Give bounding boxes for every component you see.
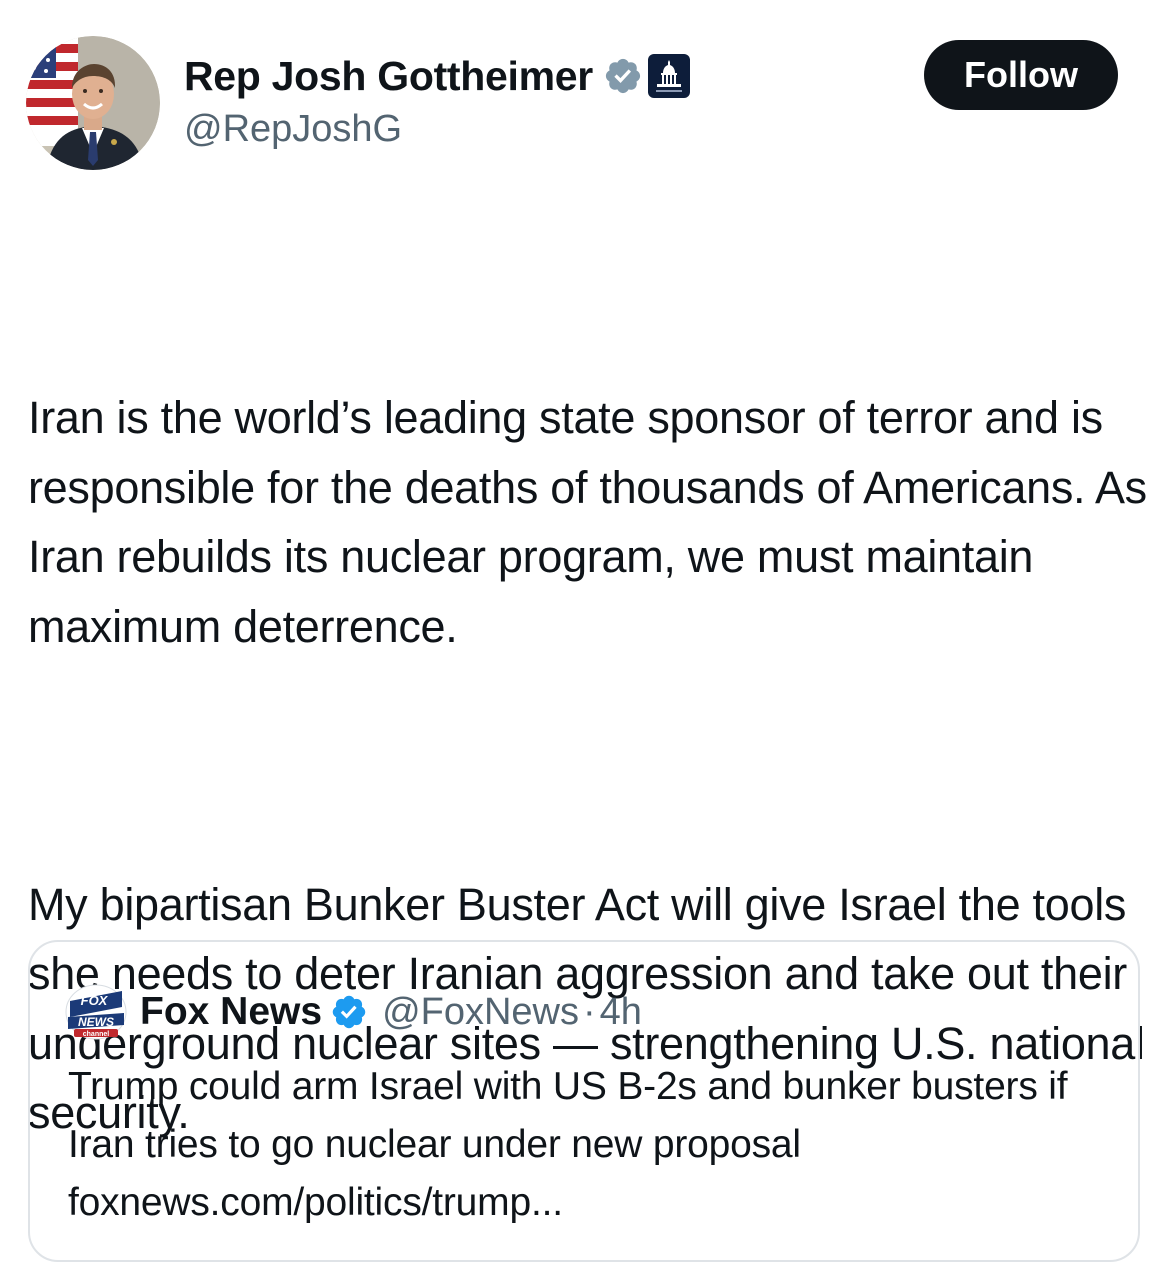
follow-button[interactable]: Follow: [924, 40, 1118, 110]
author-display-name[interactable]: Rep Josh Gottheimer: [184, 53, 593, 100]
author-avatar[interactable]: [26, 36, 160, 170]
quoted-handle[interactable]: @FoxNews: [382, 991, 579, 1034]
fox-logo-line2: NEWS: [78, 1015, 114, 1029]
tweet-paragraph: Iran is the world’s leading state sponso…: [28, 392, 1160, 652]
quoted-tweet-text: Trump could arm Israel with US B-2s and …: [68, 1065, 1068, 1224]
quoted-tweet-card[interactable]: FOX NEWS channel Fox News @FoxNews · 4h …: [28, 940, 1140, 1262]
quoted-display-name[interactable]: Fox News: [140, 990, 322, 1034]
author-handle[interactable]: @RepJoshG: [184, 108, 402, 151]
avatar-photo: [26, 36, 160, 170]
author-name-row: Rep Josh Gottheimer: [184, 50, 691, 102]
separator-dot: ·: [583, 990, 596, 1033]
fox-news-logo-icon[interactable]: FOX NEWS channel: [64, 983, 128, 1041]
fox-logo-line3: channel: [83, 1031, 110, 1038]
us-capitol-icon[interactable]: [647, 53, 691, 99]
verified-badge-icon[interactable]: [330, 993, 368, 1031]
verified-badge-icon[interactable]: [603, 56, 643, 96]
quoted-timestamp[interactable]: 4h: [600, 991, 642, 1034]
quoted-tweet-header: FOX NEWS channel Fox News @FoxNews · 4h: [64, 982, 642, 1042]
fox-logo-line1: FOX: [81, 993, 109, 1008]
